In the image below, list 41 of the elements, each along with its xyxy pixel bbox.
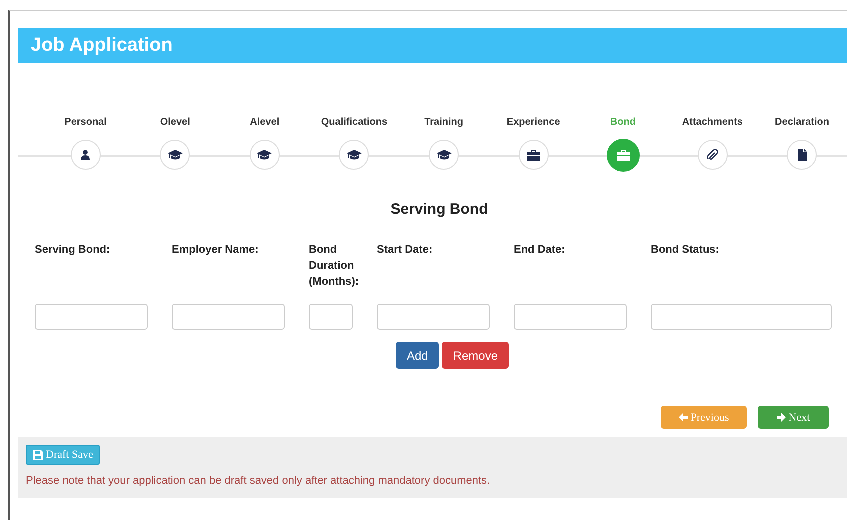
- left-arrow-icon: [678, 413, 688, 422]
- previous-button[interactable]: Previous: [661, 406, 747, 429]
- add-button[interactable]: Add: [396, 342, 440, 369]
- step-label: Olevel: [160, 117, 190, 130]
- paperclip-icon: [707, 149, 718, 161]
- step-label: Alevel: [250, 117, 280, 130]
- field-label: Start Date:: [377, 244, 433, 256]
- field-label: Bond Duration (Months):: [309, 244, 360, 288]
- step-label: Training: [424, 117, 464, 130]
- remove-button[interactable]: Remove: [442, 342, 510, 369]
- step-label: Experience: [506, 117, 560, 130]
- step-label: Personal: [64, 117, 107, 130]
- step-label: Qualifications: [321, 117, 388, 130]
- page-title: Job Application: [31, 34, 173, 56]
- input-field[interactable]: [651, 304, 832, 330]
- save-icon: [33, 450, 43, 460]
- field-label: Serving Bond:: [35, 244, 110, 256]
- graduation-cap-icon: [436, 150, 452, 160]
- input-field[interactable]: [35, 304, 148, 330]
- next-button[interactable]: Next: [758, 406, 829, 429]
- draft-save-button[interactable]: Draft Save: [26, 445, 100, 465]
- right-arrow-icon: [776, 413, 786, 422]
- field-label: End Date:: [514, 244, 566, 256]
- graduation-cap-icon: [168, 150, 183, 160]
- input-field[interactable]: [172, 304, 285, 330]
- section-title: Serving Bond: [390, 201, 490, 218]
- step-label: Bond: [610, 117, 636, 130]
- field-label: Bond Status:: [651, 244, 720, 256]
- document-icon: [798, 149, 807, 161]
- input-field[interactable]: [514, 304, 627, 330]
- graduation-cap-icon: [346, 150, 362, 160]
- user-icon: [81, 150, 90, 160]
- input-field[interactable]: [309, 304, 353, 330]
- step-label: Attachments: [682, 117, 743, 130]
- graduation-cap-icon: [257, 150, 272, 160]
- briefcase-icon: [527, 150, 540, 160]
- input-field[interactable]: [377, 304, 490, 330]
- notice-text: Please note that your application can be draft saved only after attaching mandatory documents.: [26, 475, 492, 487]
- briefcase-icon: [616, 150, 630, 161]
- step-label: Declaration: [775, 117, 830, 130]
- field-label: Employer Name:: [172, 244, 259, 256]
